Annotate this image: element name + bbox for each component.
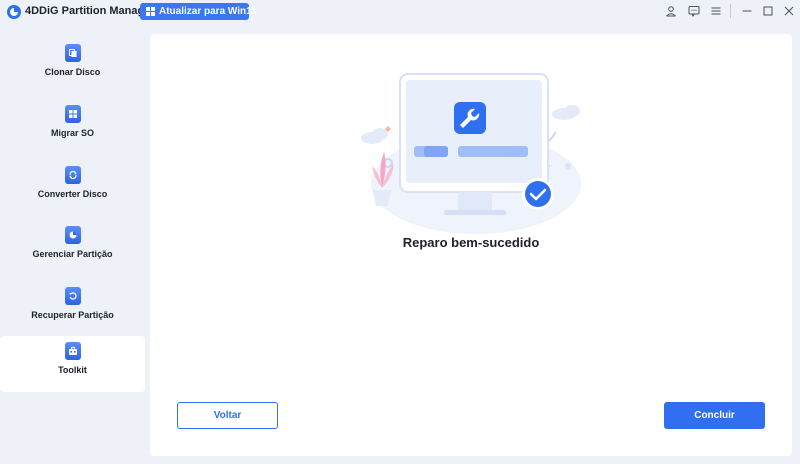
sidebar-item-clone-disk[interactable]: Clonar Disco bbox=[0, 38, 145, 94]
windows-icon bbox=[146, 7, 155, 16]
title-bar: 4DDiG Partition Manager Atualizar para W… bbox=[0, 0, 800, 24]
sidebar-item-label: Migrar SO bbox=[50, 128, 94, 138]
sidebar-item-recover-partition[interactable]: Recuperar Partição bbox=[0, 281, 145, 337]
toolkit-icon bbox=[64, 342, 81, 360]
sidebar-item-convert-disk[interactable]: Converter Disco bbox=[0, 160, 145, 216]
migrate-os-icon bbox=[64, 105, 81, 123]
sidebar-item-label: Gerenciar Partição bbox=[32, 249, 113, 259]
upgrade-label: Atualizar para Win11 bbox=[159, 6, 257, 17]
sidebar-item-manage-partition[interactable]: Gerenciar Partição bbox=[0, 220, 145, 276]
sidebar-item-label: Converter Disco bbox=[37, 189, 108, 199]
done-button[interactable]: Concluir bbox=[664, 402, 765, 429]
app-logo-icon bbox=[7, 5, 21, 19]
sidebar: Clonar Disco Migrar SO Converter Disco G… bbox=[0, 24, 150, 464]
back-button[interactable]: Voltar bbox=[177, 402, 278, 429]
user-icon[interactable] bbox=[664, 4, 678, 18]
sidebar-item-migrate-os[interactable]: Migrar SO bbox=[0, 99, 145, 155]
titlebar-divider bbox=[730, 4, 731, 18]
maximize-icon[interactable] bbox=[761, 4, 775, 18]
app-title: 4DDiG Partition Manager bbox=[25, 5, 155, 17]
sidebar-item-label: Toolkit bbox=[58, 365, 87, 375]
menu-icon[interactable] bbox=[709, 4, 723, 18]
sidebar-item-toolkit[interactable]: Toolkit bbox=[0, 336, 145, 392]
upgrade-win11-button[interactable]: Atualizar para Win11 bbox=[140, 3, 257, 20]
close-icon[interactable] bbox=[782, 4, 796, 18]
repair-success-illustration bbox=[361, 73, 581, 234]
clone-disk-icon bbox=[64, 44, 81, 62]
minimize-icon[interactable] bbox=[740, 4, 754, 18]
manage-partition-icon bbox=[64, 226, 81, 244]
sidebar-item-label: Clonar Disco bbox=[44, 67, 101, 77]
repair-success-message: Reparo bem-sucedido bbox=[402, 235, 540, 250]
sidebar-item-label: Recuperar Partição bbox=[31, 310, 114, 320]
convert-disk-icon bbox=[64, 166, 81, 184]
feedback-icon[interactable] bbox=[687, 4, 701, 18]
recover-partition-icon bbox=[64, 287, 81, 305]
main-panel: Reparo bem-sucedido Voltar Concluir bbox=[150, 34, 792, 456]
